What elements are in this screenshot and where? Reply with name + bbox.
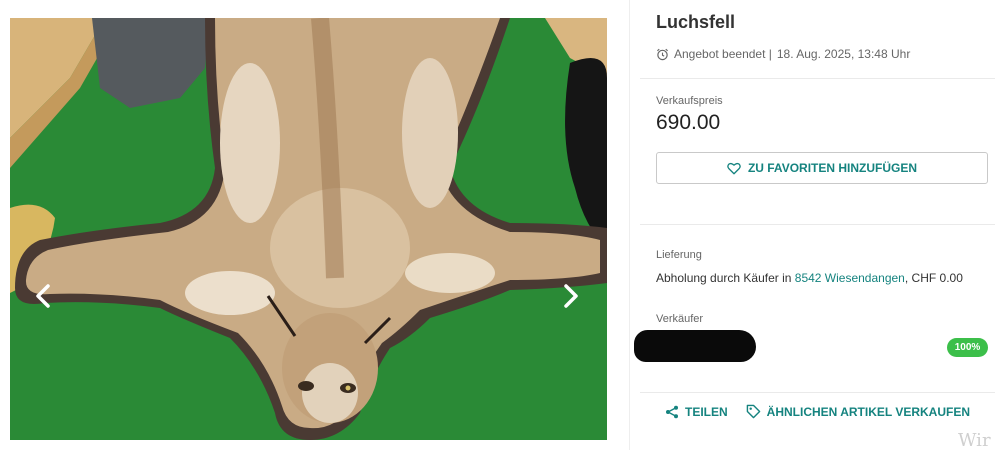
chevron-left-icon [36,284,50,308]
price-label: Verkaufspreis [656,95,723,107]
chevron-right-icon [564,284,578,308]
tag-icon [746,404,760,419]
sell-similar-button[interactable]: ÄHNLICHEN ARTIKEL VERKAUFEN [746,404,970,419]
seller-label: Verkäufer [656,313,704,325]
heart-icon [727,162,741,174]
share-button[interactable]: TEILEN [665,404,728,419]
divider [640,392,995,393]
listing-actions: TEILEN ÄHNLICHEN ARTIKEL VERKAUFEN [640,404,995,419]
listing-status: Angebot beendet | 18. Aug. 2025, 13:48 U… [656,47,910,61]
end-date: 18. Aug. 2025, 13:48 Uhr [776,47,911,61]
favorites-label: ZU FAVORITEN HINZUFÜGEN [747,161,918,175]
seller-rating-badge: 100% [947,338,988,357]
price-value: 690.00 [656,111,721,134]
panel-divider [629,0,630,450]
sell-similar-label: ÄHNLICHEN ARTIKEL VERKAUFEN [766,404,970,419]
seller-name-redacted[interactable] [634,330,756,362]
delivery-prefix: Abholung durch Käufer in [656,271,795,285]
share-label: TEILEN [684,404,728,419]
listing-info-panel: Luchsfell Angebot beendet | 18. Aug. 202… [634,0,995,450]
delivery-suffix: , CHF 0.00 [904,271,963,285]
gallery-prev-button[interactable] [29,276,57,316]
product-photo [10,18,607,440]
gallery-next-button[interactable] [557,276,585,316]
product-image-gallery[interactable] [10,18,607,440]
add-to-favorites-button[interactable]: ZU FAVORITEN HINZUFÜGEN [656,152,988,184]
divider [640,224,995,225]
watermark-text: Wir [958,430,991,450]
delivery-label: Lieferung [656,249,702,261]
listing-title: Luchsfell [656,12,736,32]
alarm-clock-icon [657,48,668,60]
divider [640,78,995,79]
share-icon [665,405,678,418]
status-text: Angebot beendet | [674,47,772,61]
location-link[interactable]: 8542 Wiesendangen [795,271,905,285]
delivery-info: Abholung durch Käufer in 8542 Wiesendang… [656,271,963,285]
